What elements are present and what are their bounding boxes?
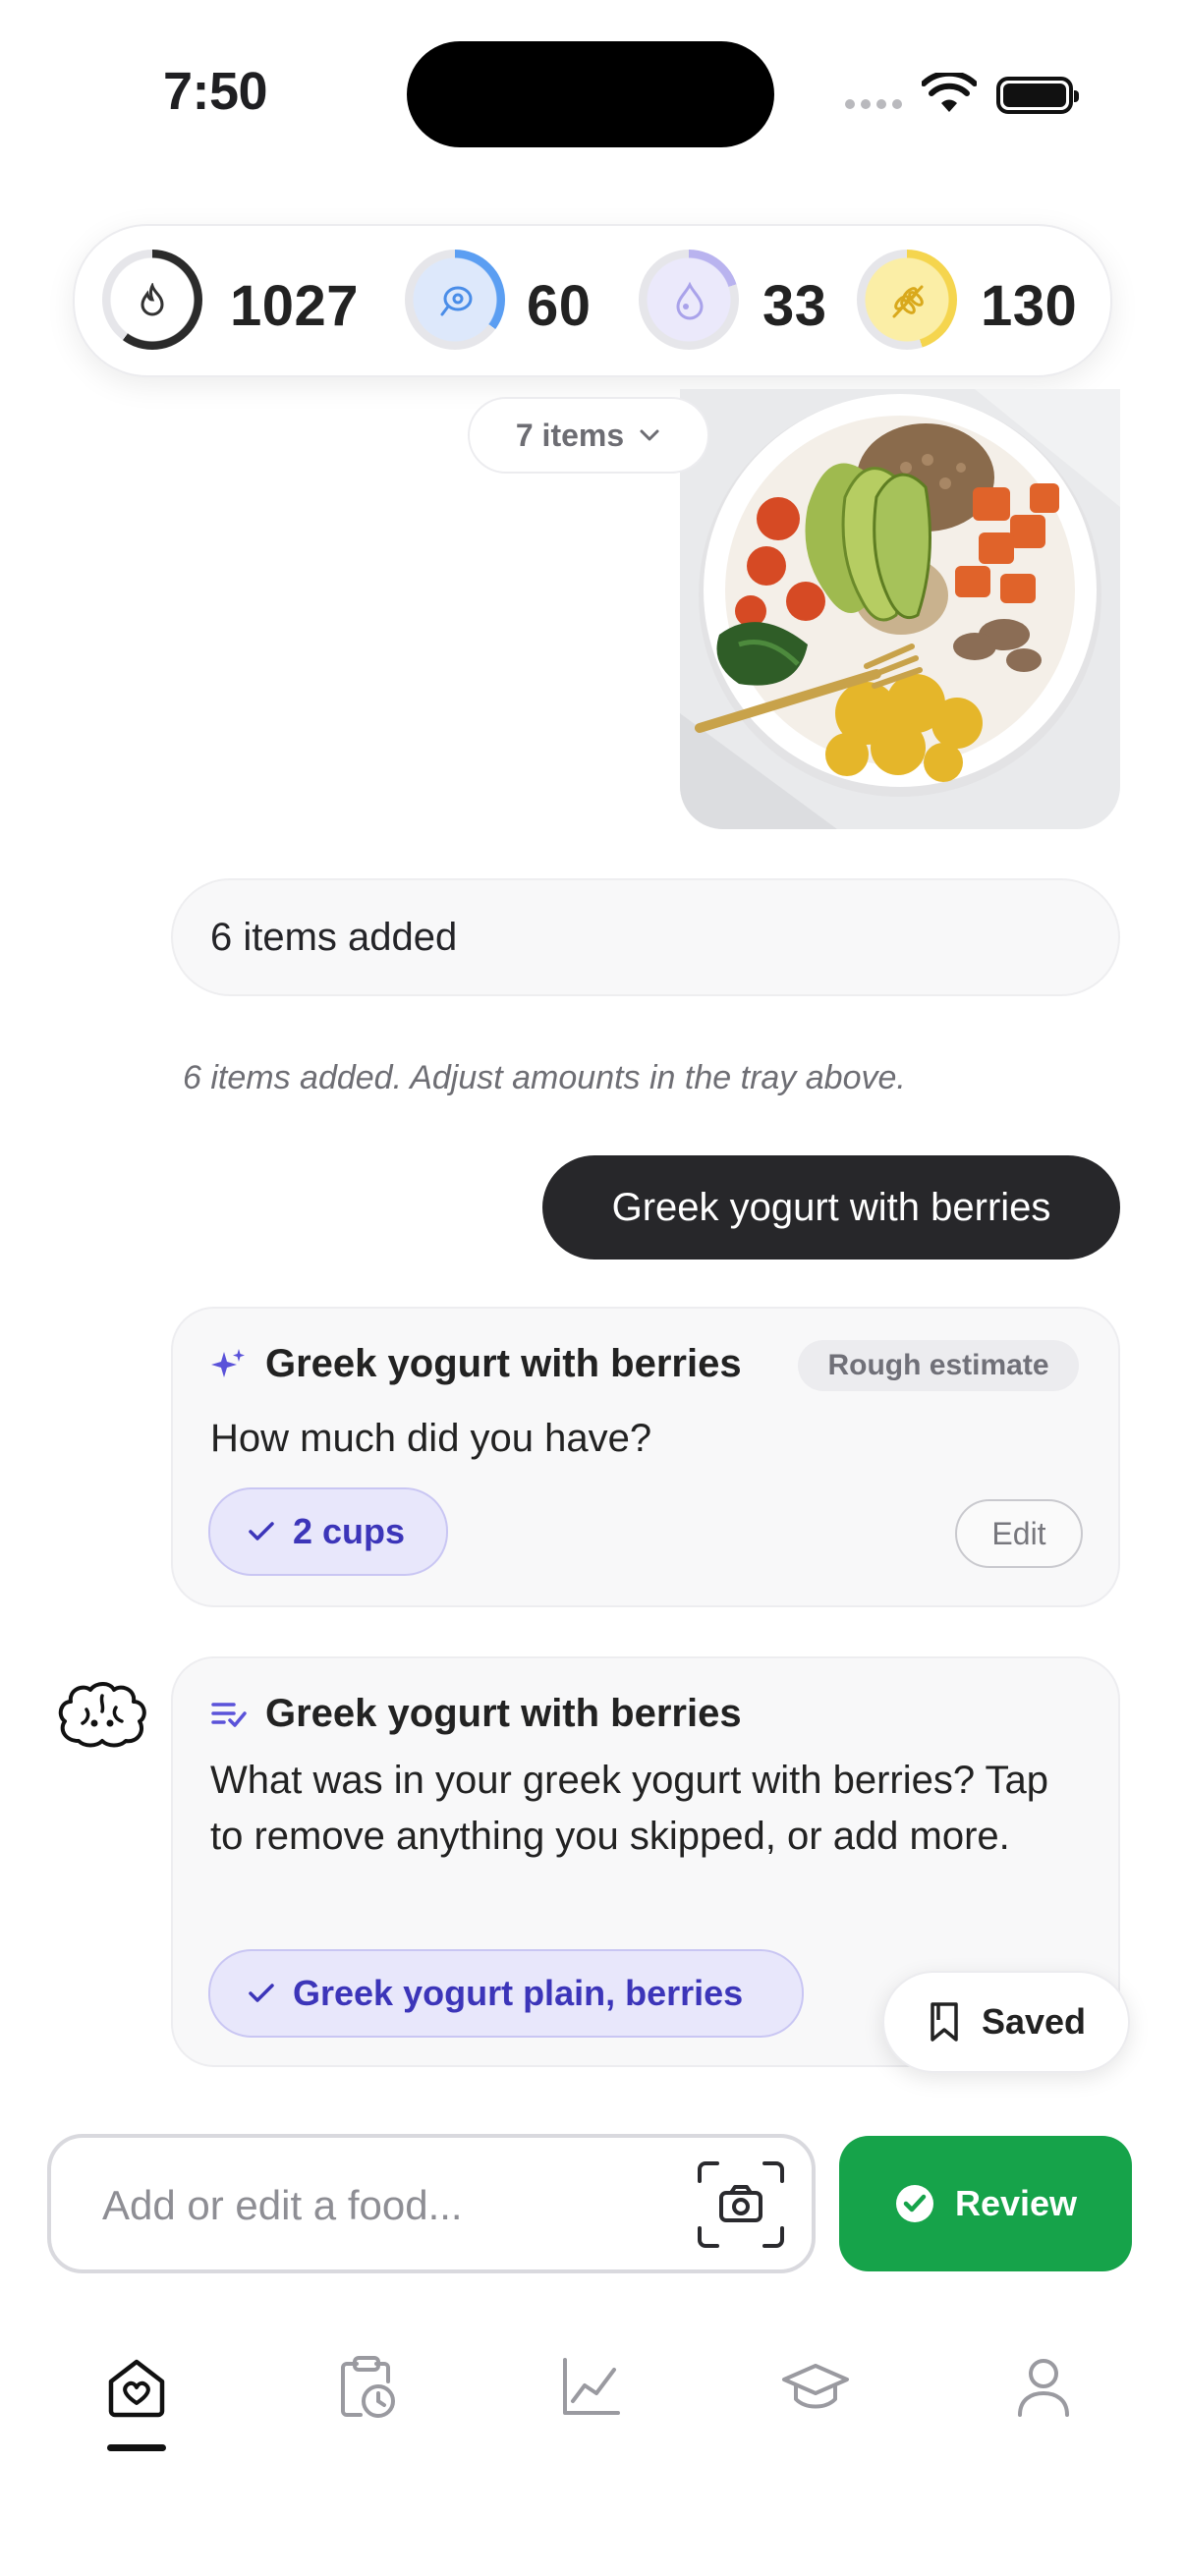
saved-button-label: Saved [981, 2001, 1087, 2042]
battery-icon [996, 77, 1079, 114]
protein-value: 60 [527, 274, 592, 338]
amount-question-card: Greek yogurt with berries Rough estimate… [171, 1307, 1120, 1607]
wheat-icon [886, 279, 930, 327]
wifi-icon [922, 73, 977, 112]
active-tab-indicator [107, 2444, 166, 2451]
ingredients-question: What was in your greek yogurt with berri… [210, 1759, 1048, 1858]
camera-scan-icon[interactable] [696, 2159, 786, 2250]
amount-chip-label: 2 cups [293, 1511, 406, 1551]
meal-photo[interactable] [680, 389, 1120, 829]
user-message-bubble: Greek yogurt with berries [542, 1155, 1120, 1260]
items-dropdown-label: 7 items [515, 417, 625, 453]
status-time: 7:50 [163, 62, 268, 121]
tab-log-history[interactable] [317, 2338, 416, 2436]
meat-icon [436, 281, 476, 325]
edit-button[interactable]: Edit [955, 1499, 1083, 1568]
macro-summary-bar[interactable]: 1027 60 33 130 [73, 224, 1112, 377]
person-icon [1018, 2359, 1069, 2417]
fat-value: 33 [762, 274, 827, 338]
ingredients-chip-label: Greek yogurt plain, berries [293, 1973, 744, 2013]
carbs-value: 130 [981, 274, 1078, 338]
amount-card-title: Greek yogurt with berries [265, 1342, 742, 1385]
food-input[interactable] [100, 2175, 654, 2236]
dynamic-island [407, 41, 774, 147]
amount-question: How much did you have? [210, 1417, 652, 1460]
ingredients-chip[interactable]: Greek yogurt plain, berries [208, 1949, 804, 2038]
flame-icon [136, 281, 169, 323]
calories-value: 1027 [230, 274, 360, 338]
saved-button[interactable]: Saved [882, 1971, 1130, 2073]
items-dropdown[interactable]: 7 items [468, 397, 709, 474]
bookmark-icon [931, 2002, 958, 2042]
review-button-label: Review [954, 2183, 1078, 2223]
tab-profile[interactable] [994, 2338, 1093, 2436]
items-added-note: 6 items added. Adjust amounts in the tra… [183, 1059, 906, 1096]
cellular-signal-icon [845, 99, 902, 109]
tab-home[interactable] [87, 2338, 186, 2436]
sparkles-icon [211, 1349, 245, 1377]
clipboard-clock-icon [341, 2356, 395, 2418]
list-check-icon [211, 1703, 247, 1727]
food-input-box[interactable] [47, 2134, 816, 2273]
rough-estimate-badge: Rough estimate [798, 1340, 1079, 1391]
tab-learn[interactable] [766, 2338, 865, 2436]
check-icon [249, 1522, 274, 1540]
tab-bar [0, 2319, 1185, 2476]
chart-line-icon [563, 2358, 620, 2415]
check-icon [249, 1984, 274, 2002]
brain-avatar-icon [58, 1682, 146, 1748]
home-heart-icon [108, 2359, 165, 2418]
check-circle-icon [895, 2185, 933, 2222]
items-added-card: 6 items added [171, 878, 1120, 996]
drop-icon [672, 281, 707, 325]
review-button[interactable]: Review [839, 2136, 1132, 2271]
graduation-cap-icon [782, 2364, 849, 2409]
tab-progress[interactable] [541, 2338, 640, 2436]
amount-chip[interactable]: 2 cups [208, 1487, 448, 1576]
chevron-down-icon [640, 429, 659, 441]
ingredients-card-title: Greek yogurt with berries [265, 1692, 742, 1735]
